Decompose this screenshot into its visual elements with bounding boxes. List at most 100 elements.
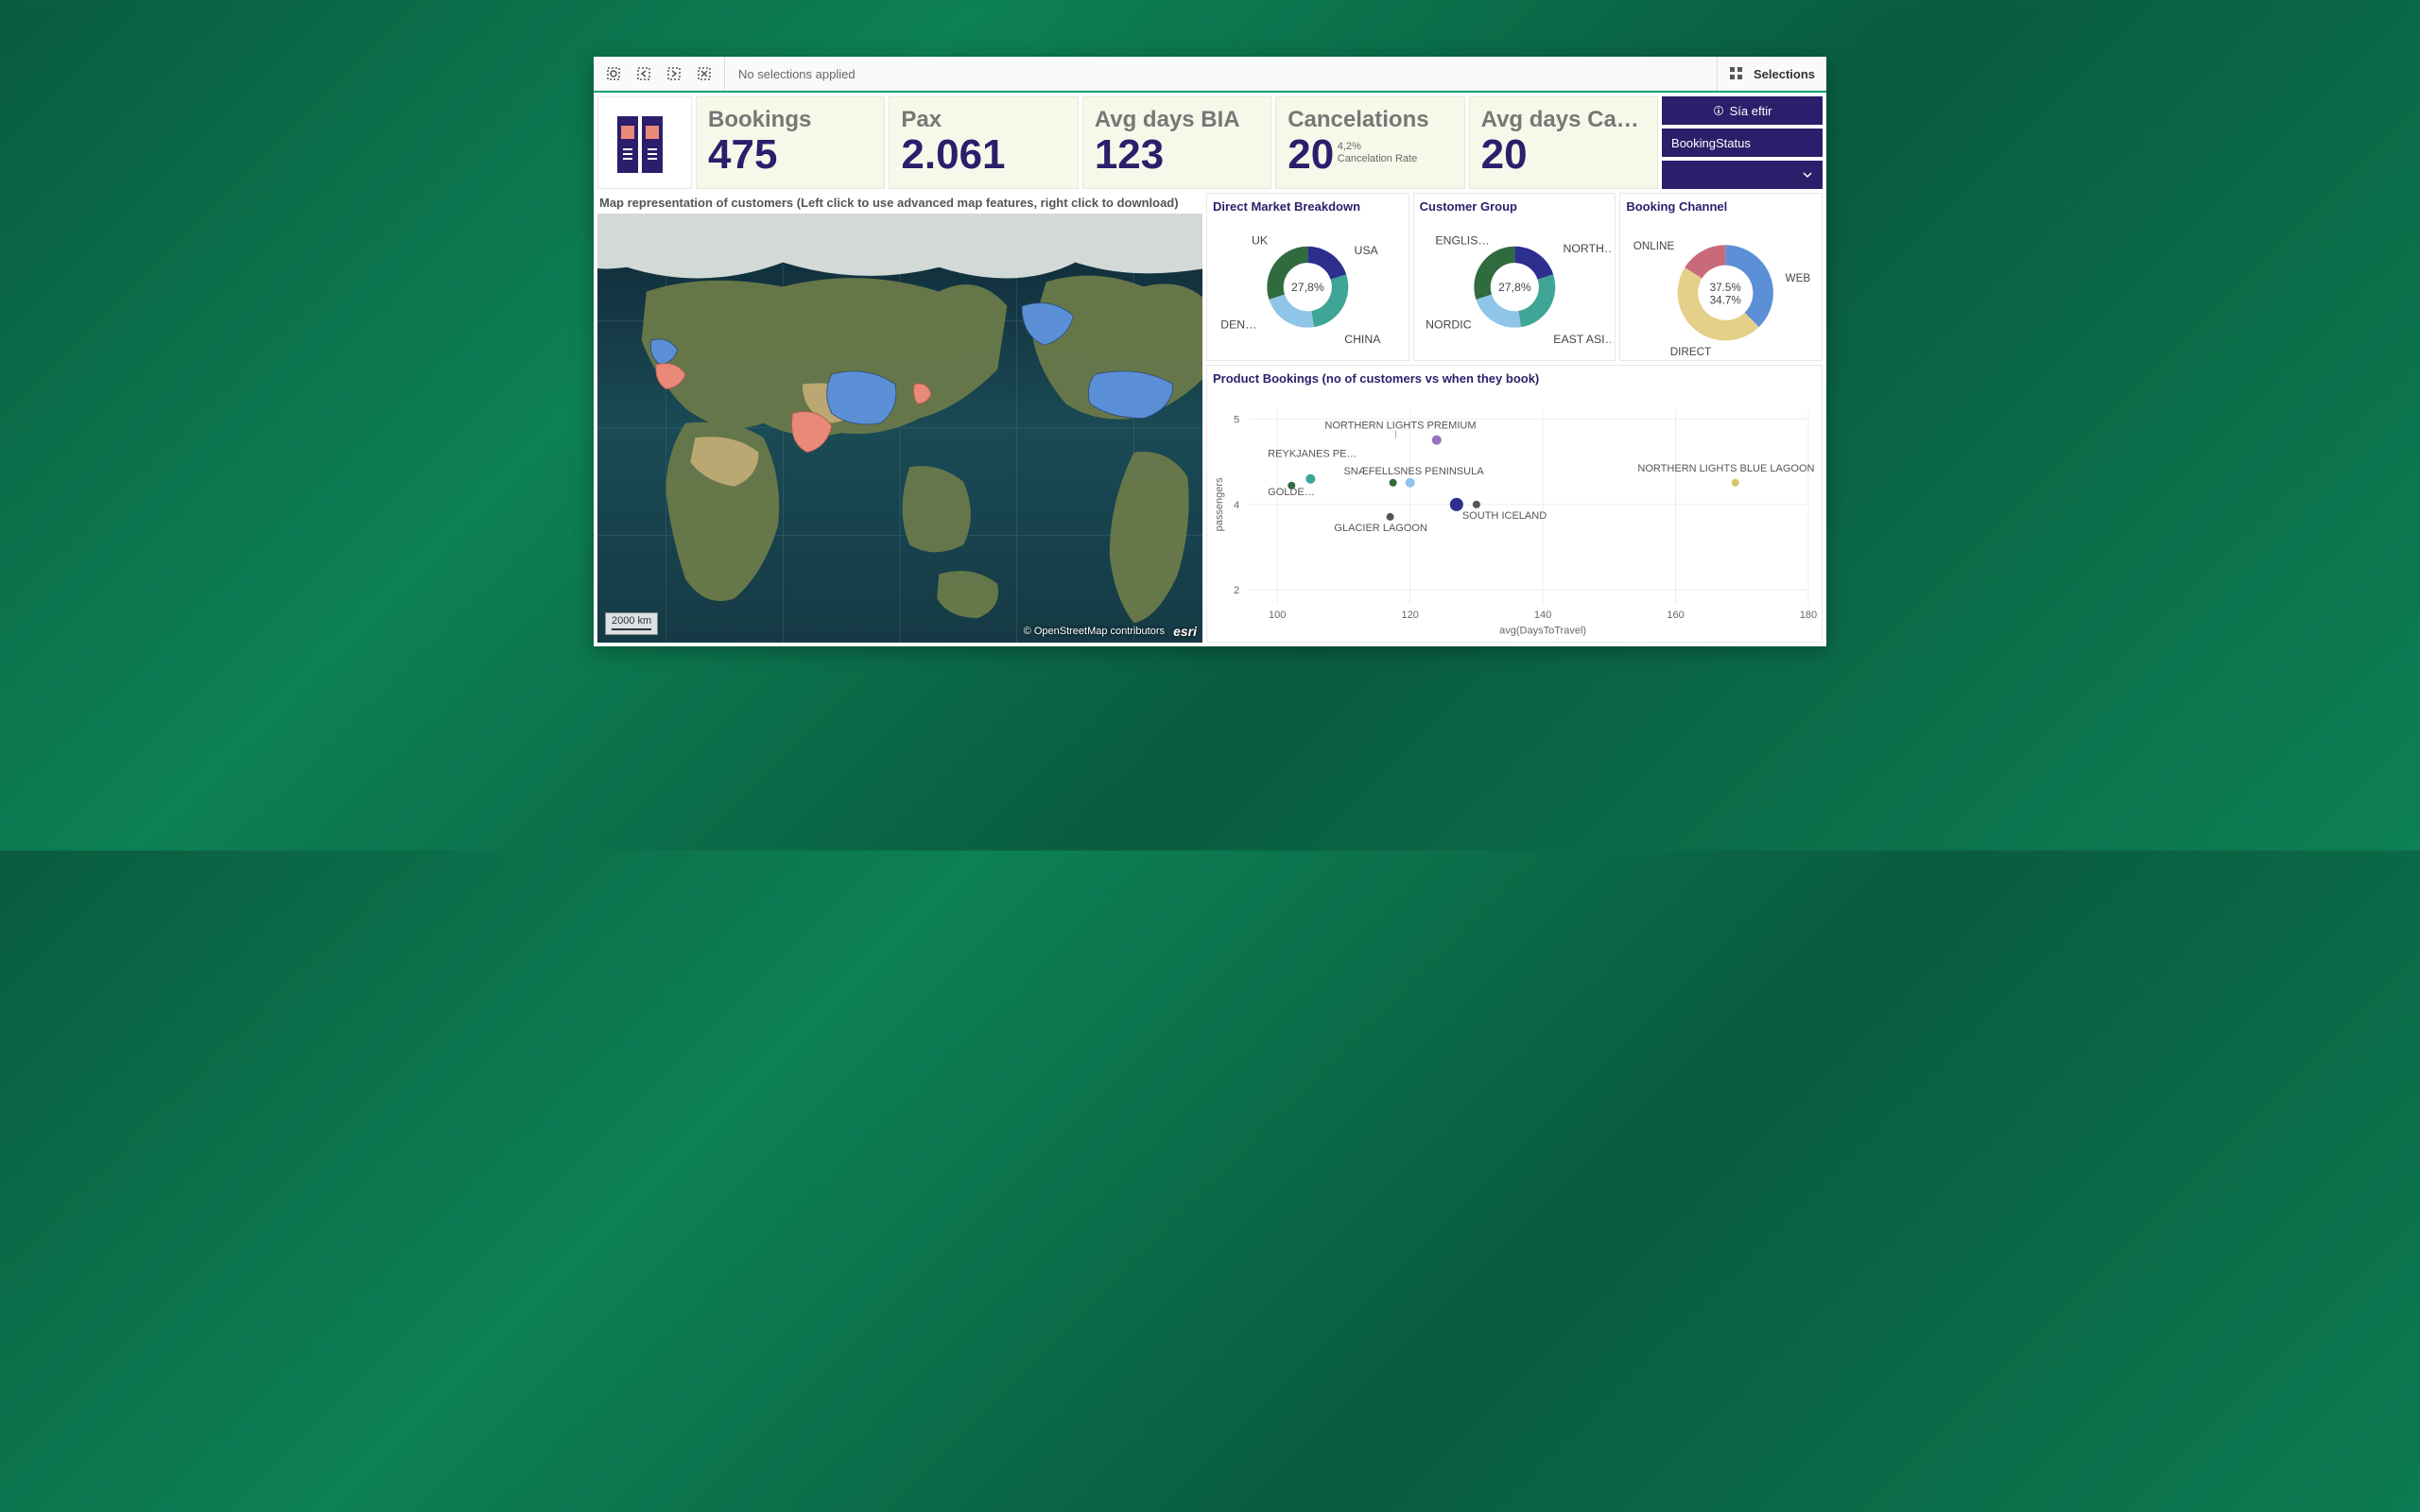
kpi-label: Avg days BIA <box>1095 107 1259 133</box>
scatter-point[interactable] <box>1390 479 1397 487</box>
kpi-row: Bookings 475 Pax 2.061 Avg days BIA 123 … <box>597 96 1823 189</box>
svg-text:CHINA: CHINA <box>1344 333 1381 346</box>
kpi-label: Avg days Can… <box>1481 107 1646 133</box>
svg-text:NORDIC: NORDIC <box>1426 318 1472 332</box>
donut-body: 27,8% UK USA CHINA DEN… <box>1211 217 1405 363</box>
svg-text:NORTHERN LIGHTS BLUE LAGOON: NORTHERN LIGHTS BLUE LAGOON <box>1637 463 1814 474</box>
toolbar-icon-group <box>594 57 725 91</box>
map-title: Map representation of customers (Left cl… <box>597 193 1202 214</box>
svg-text:100: 100 <box>1269 610 1286 621</box>
map-region-china[interactable] <box>827 371 896 424</box>
main-row: Map representation of customers (Left cl… <box>597 193 1823 643</box>
svg-text:GLACIER LAGOON: GLACIER LAGOON <box>1334 523 1427 534</box>
selections-status: No selections applied <box>725 67 1717 81</box>
kpi-label: Pax <box>901 107 1065 133</box>
donut-center-label-2: 34.7% <box>1710 295 1741 307</box>
donut-body: 27,8% ENGLIS… NORTH… EAST ASI… NORDIC <box>1418 217 1612 363</box>
scatter-point[interactable] <box>1406 478 1415 488</box>
map-scale: 2000 km <box>605 612 658 635</box>
svg-text:SNÆFELLSNES PENINSULA: SNÆFELLSNES PENINSULA <box>1343 466 1484 477</box>
map-provider-logo: esri <box>1173 624 1197 639</box>
donut-booking-channel[interactable]: Booking Channel 37.5% 34.7% O <box>1619 193 1823 361</box>
donut-customer-group[interactable]: Customer Group 27,8% ENGLIS… <box>1413 193 1616 361</box>
kpi-value: 2.061 <box>901 133 1065 177</box>
kpi-value: 123 <box>1095 133 1259 177</box>
kpi-bookings[interactable]: Bookings 475 <box>696 96 885 189</box>
svg-text:5: 5 <box>1234 415 1239 426</box>
dashboard-logo-card[interactable] <box>597 96 692 189</box>
svg-text:EAST ASI…: EAST ASI… <box>1553 333 1611 346</box>
grid-icon <box>1729 66 1744 81</box>
svg-text:160: 160 <box>1667 610 1684 621</box>
smart-search-icon[interactable] <box>599 60 628 87</box>
donut-center-label: 27,8% <box>1291 281 1324 294</box>
scatter-point[interactable] <box>1732 479 1739 487</box>
world-map <box>597 214 1202 643</box>
svg-text:NORTH…: NORTH… <box>1563 242 1611 255</box>
chart-title: Direct Market Breakdown <box>1211 197 1405 217</box>
kpi-cancelations[interactable]: Cancelations 20 4,2% Cancelation Rate <box>1275 96 1464 189</box>
svg-text:DIRECT: DIRECT <box>1670 346 1712 358</box>
filter-remaining-button[interactable]: Sía eftir <box>1662 96 1823 125</box>
info-icon <box>1713 105 1724 116</box>
binder-icon <box>612 105 678 180</box>
svg-text:UK: UK <box>1252 234 1269 248</box>
scatter-point[interactable] <box>1288 482 1295 490</box>
kpi-avg-days-bia[interactable]: Avg days BIA 123 <box>1082 96 1271 189</box>
kpi-label: Cancelations <box>1288 107 1452 133</box>
step-back-icon[interactable] <box>630 60 658 87</box>
svg-text:DEN…: DEN… <box>1220 318 1256 332</box>
right-column: Direct Market Breakdown 27,8% <box>1206 193 1823 643</box>
scatter-point[interactable] <box>1305 474 1315 484</box>
map-visualization[interactable]: 2000 km © OpenStreetMap contributors esr… <box>597 214 1202 643</box>
dashboard-content: Bookings 475 Pax 2.061 Avg days BIA 123 … <box>594 93 1826 646</box>
svg-text:180: 180 <box>1800 610 1817 621</box>
chart-title: Product Bookings (no of customers vs whe… <box>1211 369 1818 389</box>
kpi-avg-days-cancel[interactable]: Avg days Can… 20 <box>1469 96 1658 189</box>
svg-text:120: 120 <box>1401 610 1418 621</box>
y-axis-label: passengers <box>1214 477 1225 531</box>
svg-text:SOUTH ICELAND: SOUTH ICELAND <box>1462 510 1547 522</box>
svg-text:140: 140 <box>1534 610 1551 621</box>
kpi-value: 475 <box>708 133 873 177</box>
donut-market[interactable]: Direct Market Breakdown 27,8% <box>1206 193 1409 361</box>
map-panel: Map representation of customers (Left cl… <box>597 193 1202 643</box>
donut-center-label: 27,8% <box>1498 281 1531 294</box>
scatter-product-bookings[interactable]: Product Bookings (no of customers vs whe… <box>1206 365 1823 643</box>
x-axis-label: avg(DaysToTravel) <box>1499 625 1586 636</box>
chart-title: Customer Group <box>1418 197 1612 217</box>
map-attribution: © OpenStreetMap contributors <box>1024 626 1165 637</box>
selections-toolbar: No selections applied Selections <box>594 57 1826 93</box>
filter-panel: Sía eftir BookingStatus <box>1662 96 1823 189</box>
scatter-point[interactable] <box>1387 513 1394 521</box>
kpi-subvalue: 4,2% Cancelation Rate <box>1338 141 1417 165</box>
scatter-point[interactable] <box>1450 498 1463 511</box>
svg-text:WEB: WEB <box>1786 272 1811 284</box>
filter-booking-status[interactable]: BookingStatus <box>1662 129 1823 157</box>
svg-text:4: 4 <box>1234 500 1239 511</box>
filter-dropdown[interactable] <box>1662 161 1823 189</box>
donut-row: Direct Market Breakdown 27,8% <box>1206 193 1823 361</box>
selections-label: Selections <box>1754 67 1815 81</box>
chart-title: Booking Channel <box>1624 197 1818 217</box>
kpi-label: Bookings <box>708 107 873 133</box>
svg-text:NORTHERN LIGHTS PREMIUM: NORTHERN LIGHTS PREMIUM <box>1324 421 1476 432</box>
dashboard-window: No selections applied Selections <box>594 57 1826 646</box>
chevron-down-icon <box>1802 169 1813 180</box>
scatter-body: 5 4 2 100 120 140 160 180 avg(DaysToTrav… <box>1211 389 1818 639</box>
donut-center-label: 37.5% <box>1710 282 1741 294</box>
selections-button[interactable]: Selections <box>1717 57 1826 91</box>
scatter-point[interactable] <box>1432 436 1442 445</box>
svg-text:USA: USA <box>1354 244 1378 257</box>
scatter-point[interactable] <box>1473 501 1480 508</box>
svg-text:ENGLIS…: ENGLIS… <box>1435 234 1489 248</box>
kpi-value: 20 <box>1288 131 1334 178</box>
svg-text:2: 2 <box>1234 585 1239 596</box>
kpi-value: 20 <box>1481 133 1646 177</box>
step-forward-icon[interactable] <box>660 60 688 87</box>
svg-text:REYKJANES PE…: REYKJANES PE… <box>1268 449 1357 460</box>
svg-text:ONLINE: ONLINE <box>1634 240 1675 252</box>
clear-selections-icon[interactable] <box>690 60 718 87</box>
kpi-pax[interactable]: Pax 2.061 <box>889 96 1078 189</box>
donut-body: 37.5% 34.7% ONLINE WEB DIRECT <box>1624 217 1818 365</box>
